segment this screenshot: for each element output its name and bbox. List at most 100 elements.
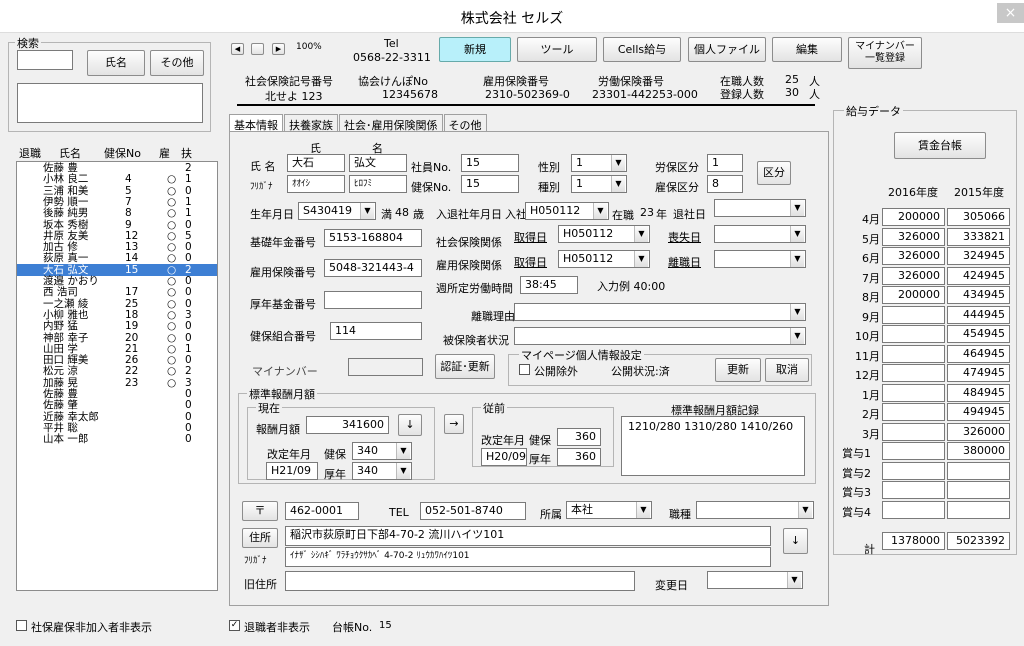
- salary-cell-a[interactable]: [882, 325, 945, 343]
- insured-status-select[interactable]: ▼: [514, 327, 806, 345]
- fund-input[interactable]: [324, 291, 422, 309]
- pension-input[interactable]: 5153-168804: [324, 229, 422, 247]
- personal-file-button[interactable]: 個人ファイル: [688, 37, 766, 62]
- salary-cell-a[interactable]: [882, 383, 945, 402]
- salary-cell-b[interactable]: [947, 481, 1010, 499]
- salary-cell-b[interactable]: 326000: [947, 422, 1010, 441]
- last-name-input[interactable]: 大石: [287, 154, 345, 172]
- list-item[interactable]: 一之瀬 綾 25 ○ 0: [17, 298, 217, 310]
- join-date-select[interactable]: H050112 ▼: [525, 202, 609, 220]
- type-select[interactable]: 1 ▼: [571, 175, 627, 193]
- list-item[interactable]: 渡邉 かおり ○ 0: [17, 275, 217, 287]
- prev-kounen-input[interactable]: 360: [557, 448, 601, 466]
- last-kana-input[interactable]: ｵｵｲｼ: [287, 175, 345, 193]
- mynumber-register-button[interactable]: マイナンバー 一覧登録: [848, 37, 922, 69]
- salary-cell-b[interactable]: 474945: [947, 364, 1010, 382]
- address-kana-input[interactable]: ｲﾅｻﾞ ｼｼﾊｷﾞ ﾜﾗﾁｮｳｸｻｶﾍﾞ 4-70-2 ﾘｭｳｶﾜﾊｲﾂ101: [285, 547, 771, 567]
- home-tel-input[interactable]: 052-501-8740: [420, 502, 526, 520]
- hours-input[interactable]: 38:45: [520, 276, 578, 294]
- list-item[interactable]: 山本 一郎 0: [17, 433, 217, 445]
- mynumber-input[interactable]: [348, 358, 423, 376]
- job-select[interactable]: ▼: [696, 501, 814, 519]
- kokbn-input[interactable]: 8: [707, 175, 743, 193]
- list-item[interactable]: 近藤 幸太郎 0: [17, 411, 217, 423]
- prev-kenpo-input[interactable]: 360: [557, 428, 601, 446]
- birth-select[interactable]: S430419 ▼: [298, 202, 376, 220]
- salary-cell-a[interactable]: 326000: [882, 227, 945, 246]
- salary-cell-b[interactable]: 484945: [947, 383, 1010, 402]
- salary-cell-a[interactable]: [882, 364, 945, 382]
- koyo-input[interactable]: 5048-321443-4: [324, 259, 422, 277]
- salary-cell-a[interactable]: [882, 403, 945, 421]
- kenpo-grade-select[interactable]: 340 ▼: [352, 442, 412, 460]
- list-item[interactable]: 後藤 純男 8 ○ 1: [17, 207, 217, 219]
- kenpo-no-input[interactable]: 15: [461, 175, 519, 193]
- list-item[interactable]: 大石 弘文 15 ○ 2: [17, 263, 217, 276]
- koyo-lose-link[interactable]: 離職日: [668, 254, 701, 270]
- zip-button[interactable]: 〒: [242, 501, 278, 521]
- salary-cell-a[interactable]: [882, 442, 945, 460]
- koyo-get-link[interactable]: 取得日: [514, 254, 547, 270]
- category-button[interactable]: 区分: [757, 161, 791, 185]
- salary-cell-a[interactable]: 200000: [882, 208, 945, 226]
- edit-button[interactable]: 編集: [772, 37, 842, 62]
- kounen-grade-select[interactable]: 340 ▼: [352, 462, 412, 480]
- list-item[interactable]: 山田 学 21 ○ 1: [17, 343, 217, 355]
- old-address-input[interactable]: [285, 571, 635, 591]
- list-item[interactable]: 加藤 晃 23 ○ 3: [17, 377, 217, 389]
- list-item[interactable]: 井原 友美 12 ○ 5: [17, 230, 217, 242]
- dept-select[interactable]: 本社 ▼: [566, 501, 652, 519]
- pay-down-button[interactable]: ↓: [398, 414, 422, 436]
- record-textarea[interactable]: 1210/280 1310/280 1410/260: [621, 416, 805, 476]
- shaho-lose-date-select[interactable]: ▼: [714, 225, 806, 243]
- hide-shaho-checkbox[interactable]: [16, 620, 27, 631]
- salary-cell-b[interactable]: 454945: [947, 325, 1010, 343]
- salary-cell-b[interactable]: 494945: [947, 403, 1010, 421]
- tools-button[interactable]: ツール: [517, 37, 597, 62]
- salary-cell-a[interactable]: [882, 500, 945, 519]
- prev-record-icon[interactable]: [251, 43, 264, 55]
- cells-salary-button[interactable]: Cells給与: [603, 37, 681, 62]
- list-item[interactable]: 松元 涼 22 ○ 2: [17, 365, 217, 377]
- next-record-icon[interactable]: ▶: [272, 43, 285, 55]
- salary-cell-b[interactable]: 305066: [947, 208, 1010, 226]
- salary-cell-a[interactable]: [882, 305, 945, 324]
- change-date-select[interactable]: ▼: [707, 571, 803, 589]
- salary-cell-b[interactable]: 464945: [947, 344, 1010, 363]
- list-item[interactable]: 三浦 和美 5 ○ 0: [17, 185, 217, 197]
- list-item[interactable]: 西 浩司 17 ○ 0: [17, 286, 217, 298]
- salary-cell-b[interactable]: [947, 461, 1010, 480]
- koyo-get-date-select[interactable]: H050112 ▼: [558, 250, 650, 268]
- auth-update-button[interactable]: 認証･更新: [435, 354, 495, 379]
- salary-cell-b[interactable]: 424945: [947, 266, 1010, 285]
- salary-cell-a[interactable]: [882, 481, 945, 499]
- mypage-cancel-button[interactable]: 取消: [765, 358, 809, 382]
- search-other-button[interactable]: その他: [150, 50, 204, 76]
- new-button[interactable]: 新規: [439, 37, 511, 62]
- salary-cell-a[interactable]: [882, 461, 945, 480]
- pay-input[interactable]: 341600: [306, 416, 389, 434]
- public-exclude-checkbox[interactable]: [519, 364, 530, 375]
- prev-rev-input[interactable]: H20/09: [481, 448, 527, 466]
- list-item[interactable]: 内野 猛 19 ○ 0: [17, 320, 217, 332]
- salary-cell-b[interactable]: 333821: [947, 227, 1010, 246]
- wage-ledger-button[interactable]: 賃金台帳: [894, 132, 986, 159]
- hide-retired-checkbox[interactable]: ✓: [229, 620, 240, 631]
- sex-select[interactable]: 1 ▼: [571, 154, 627, 172]
- employee-list[interactable]: 佐藤 豊 2 小林 良二 4 ○ 1 三浦 和美 5 ○ 0 伊勢 順一 7 ○ 1 後藤 純男 8 ○ 1 坂本 …: [16, 161, 218, 591]
- list-item[interactable]: 佐藤 肇 0: [17, 399, 217, 411]
- first-kana-input[interactable]: ﾋﾛﾌﾐ: [349, 175, 407, 193]
- salary-cell-b[interactable]: 434945: [947, 286, 1010, 304]
- salary-cell-a[interactable]: 326000: [882, 266, 945, 285]
- shaho-get-link[interactable]: 取得日: [514, 229, 547, 245]
- salary-cell-b[interactable]: 380000: [947, 442, 1010, 460]
- salary-cell-b[interactable]: [947, 500, 1010, 519]
- list-item[interactable]: 小林 良二 4 ○ 1: [17, 173, 217, 185]
- salary-cell-b[interactable]: 444945: [947, 305, 1010, 324]
- search-input[interactable]: [17, 50, 73, 70]
- salary-cell-b[interactable]: 324945: [947, 247, 1010, 265]
- salary-cell-a[interactable]: [882, 422, 945, 441]
- list-item[interactable]: 神部 幸子 20 ○ 0: [17, 332, 217, 344]
- search-name-button[interactable]: 氏名: [87, 50, 145, 76]
- koyo-lose-date-select[interactable]: ▼: [714, 250, 806, 268]
